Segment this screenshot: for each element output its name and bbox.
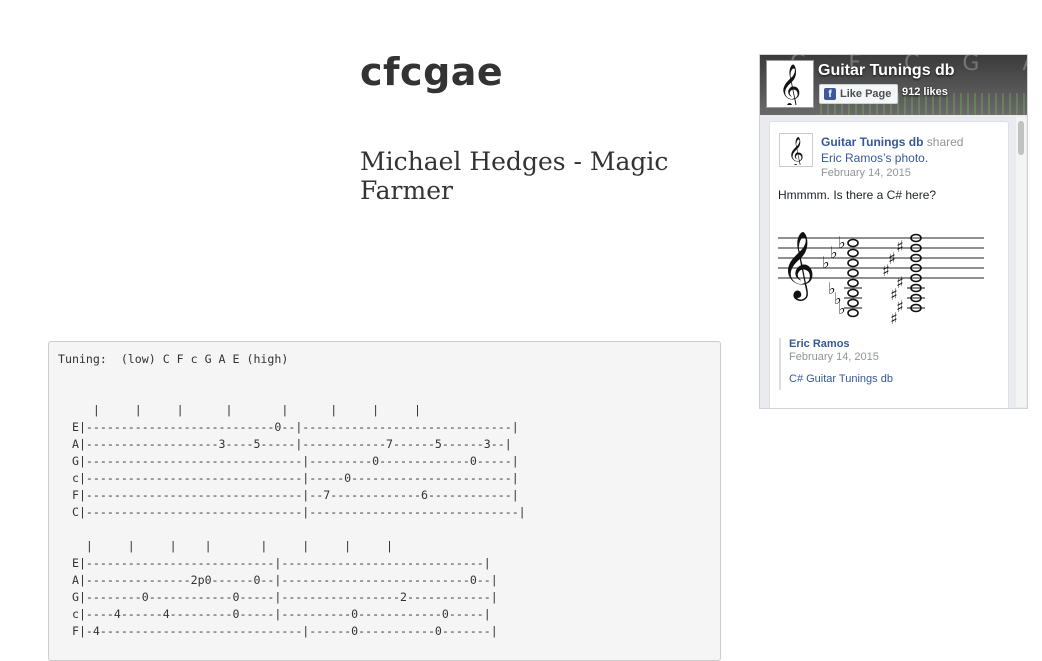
svg-text:♭: ♭ [822, 253, 830, 272]
flat-chord: ♭ ♭ ♭ ♭ ♭ ♭ [822, 233, 846, 318]
page-logo[interactable]: 𝄞 [766, 60, 814, 108]
scrollbar-thumb[interactable] [1018, 121, 1024, 155]
svg-text:♯: ♯ [896, 237, 904, 256]
page-title: cfcgae [360, 50, 504, 94]
svg-text:♭: ♭ [838, 233, 846, 252]
facebook-feed[interactable]: 𝄞 Guitar Tunings db shared Eric Ramos’s … [760, 115, 1027, 408]
like-page-label: Like Page [840, 88, 892, 100]
post-avatar[interactable]: 𝄞 [779, 133, 813, 167]
shared-attachment[interactable]: Eric Ramos February 14, 2015 C# Guitar T… [779, 338, 989, 390]
tablature-text: Tuning: (low) C F c G A E (high) | | | |… [58, 352, 526, 638]
svg-text:♯: ♯ [890, 309, 898, 326]
like-page-button[interactable]: f Like Page [819, 84, 899, 104]
treble-clef-icon: 𝄞 [781, 230, 815, 301]
svg-text:𝄞: 𝄞 [788, 136, 804, 165]
music-notation-image[interactable]: 𝄞 ♭ ♭ ♭ ♭ ♭ ♭ ♯ ♯ ♯ ♯ ♯ ♯ ♯ [778, 216, 990, 326]
post-source-link[interactable]: Eric Ramos’s photo. [821, 151, 928, 165]
shared-date: February 14, 2015 [789, 351, 879, 363]
treble-clef-icon: 𝄞 [779, 64, 801, 105]
svg-text:♯: ♯ [882, 261, 890, 280]
feed-scrollbar[interactable] [1016, 117, 1026, 407]
likes-count: 912 likes [902, 86, 948, 98]
post-text: Hmmmm. Is there a C# here? [778, 188, 937, 202]
svg-text:𝄞: 𝄞 [779, 64, 801, 105]
post-action: shared [926, 135, 964, 149]
post-header: Guitar Tunings db shared Eric Ramos’s ph… [821, 134, 1001, 166]
sharp-chord-notes [910, 233, 922, 313]
facebook-f-icon: f [824, 88, 836, 100]
post-author-link[interactable]: Guitar Tunings db [821, 135, 923, 149]
page-name-link[interactable]: Guitar Tunings db [818, 62, 955, 80]
sharp-chord: ♯ ♯ ♯ ♯ ♯ ♯ ♯ [882, 237, 904, 326]
tablature-box: Tuning: (low) C F c G A E (high) | | | |… [48, 341, 721, 661]
post-date[interactable]: February 14, 2015 [821, 167, 911, 179]
treble-clef-icon: 𝄞 [788, 136, 804, 165]
svg-text:♭: ♭ [830, 243, 838, 262]
feed-post: 𝄞 Guitar Tunings db shared Eric Ramos’s … [769, 121, 1009, 408]
facebook-page-widget: C F C G A D 𝄞 Guitar Tunings db f Like P… [759, 54, 1028, 409]
facebook-cover[interactable]: C F C G A D 𝄞 Guitar Tunings db f Like P… [760, 55, 1027, 115]
shared-author-link[interactable]: Eric Ramos [789, 338, 989, 350]
song-title: Michael Hedges - Magic Farmer [360, 147, 669, 205]
ledger-lines-flat [844, 287, 862, 309]
shared-text: C# Guitar Tunings db [789, 373, 893, 385]
